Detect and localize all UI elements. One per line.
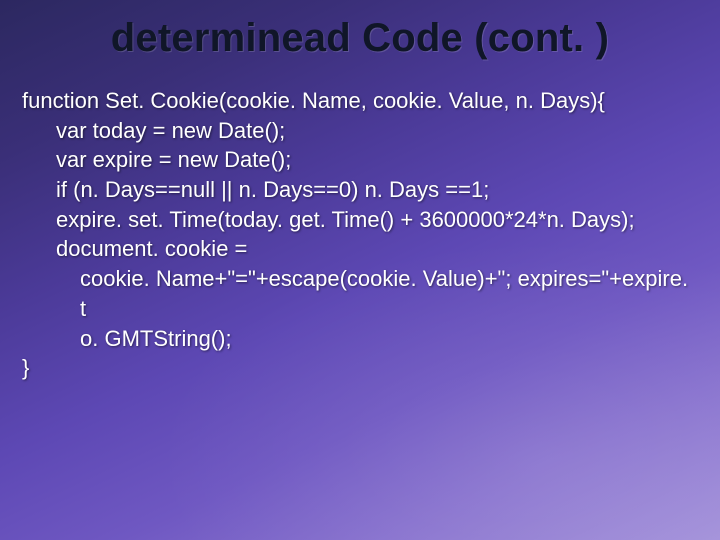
code-line: function Set. Cookie(cookie. Name, cooki…	[22, 86, 698, 116]
code-line: }	[22, 353, 698, 383]
slide-title: determinead Code (cont. )	[0, 16, 720, 61]
code-line: cookie. Name+"="+escape(cookie. Value)+"…	[22, 264, 698, 323]
code-line: var today = new Date();	[22, 116, 698, 146]
slide: determinead Code (cont. ) function Set. …	[0, 0, 720, 540]
code-block: function Set. Cookie(cookie. Name, cooki…	[22, 86, 698, 383]
code-line: if (n. Days==null || n. Days==0) n. Days…	[22, 175, 698, 205]
code-line: expire. set. Time(today. get. Time() + 3…	[22, 205, 698, 235]
code-line: o. GMTString();	[22, 324, 698, 354]
code-line: var expire = new Date();	[22, 145, 698, 175]
code-line: document. cookie =	[22, 234, 698, 264]
